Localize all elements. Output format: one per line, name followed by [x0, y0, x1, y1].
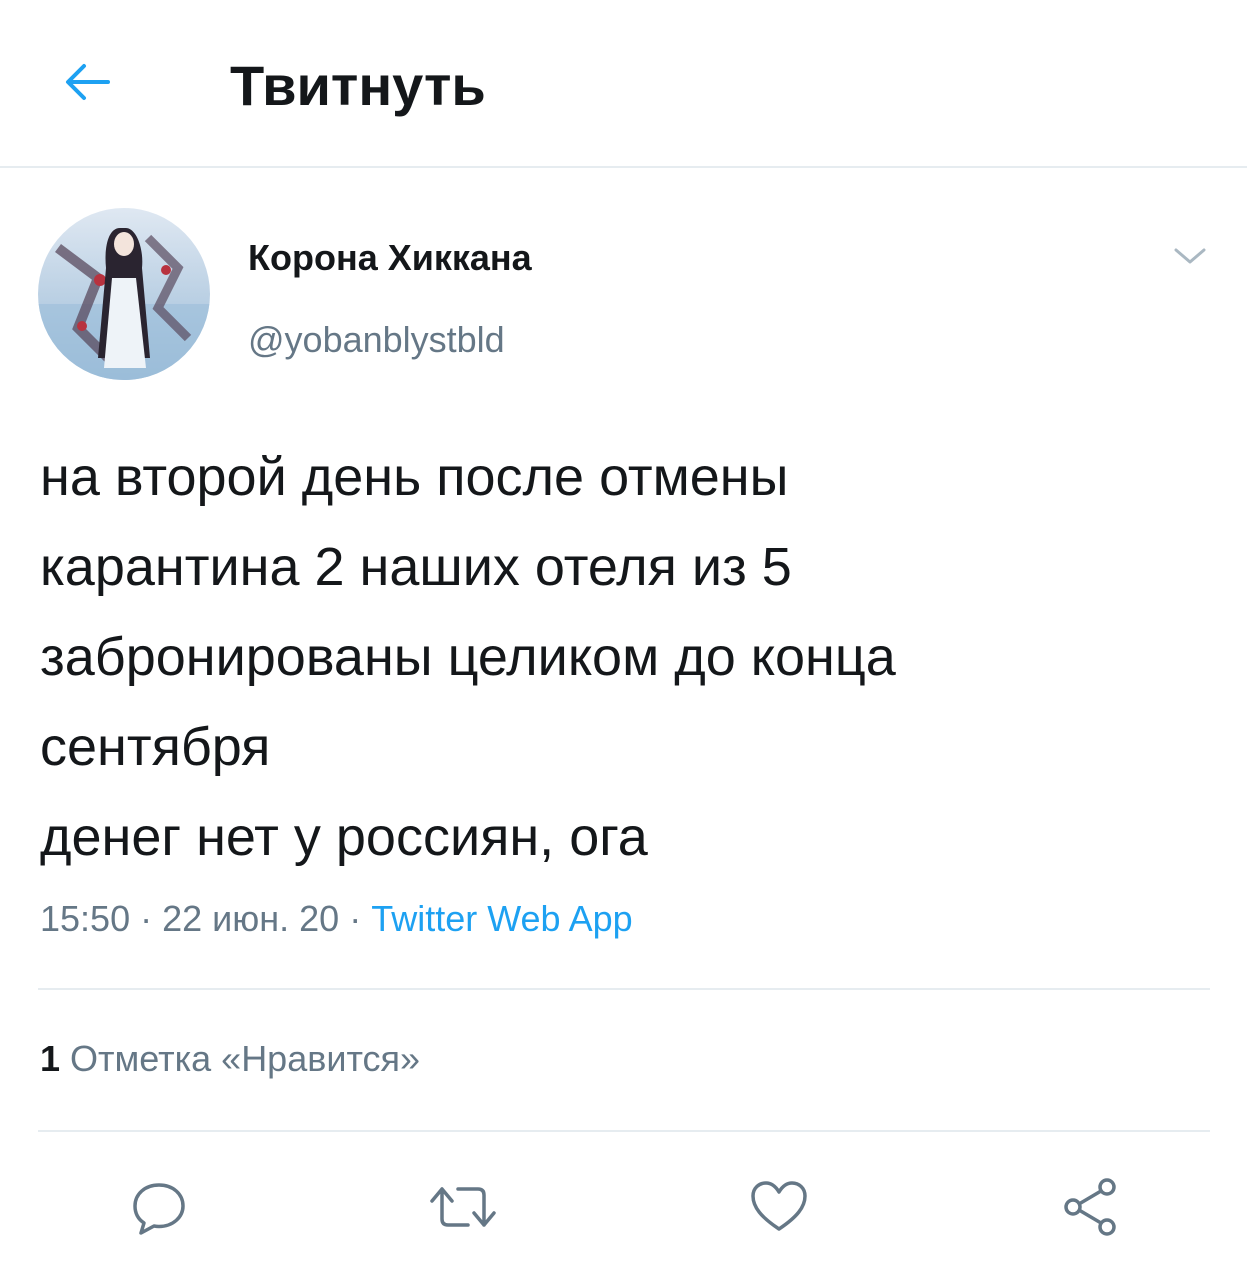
likes-stat[interactable]: 1 Отметка «Нравится»: [40, 1034, 420, 1084]
back-button[interactable]: [56, 52, 120, 112]
arrow-left-icon: [66, 64, 110, 100]
reply-icon: [133, 1183, 185, 1235]
share-button[interactable]: [1056, 1172, 1126, 1242]
retweet-button[interactable]: [428, 1172, 498, 1242]
tweet-source-link[interactable]: Twitter Web App: [371, 898, 632, 939]
tweet-text-line: карантина 2 наших отеля из 5: [40, 537, 792, 597]
tweet-text-line: забронированы целиком до конца: [40, 627, 896, 687]
avatar[interactable]: [38, 208, 210, 380]
like-button[interactable]: [744, 1172, 814, 1242]
tweet-date: 22 июн. 20: [162, 898, 340, 939]
tweet-meta: 15:50 · 22 июн. 20 · Twitter Web App: [40, 894, 633, 944]
divider: [38, 1130, 1210, 1132]
tweet-text: на второй день после отмены карантина 2 …: [40, 432, 1220, 882]
likes-label: Отметка «Нравится»: [70, 1038, 421, 1079]
tweet-menu-button[interactable]: [1168, 236, 1212, 276]
share-icon: [1064, 1178, 1116, 1236]
tweet-time: 15:50: [40, 898, 131, 939]
author-name[interactable]: Корона Хиккана: [248, 236, 532, 280]
tweet-text-line: на второй день после отмены: [40, 447, 789, 507]
top-bar: Твитнуть: [0, 0, 1247, 168]
retweet-icon: [430, 1187, 496, 1227]
author-handle[interactable]: @yobanblystbld: [248, 318, 505, 362]
like-icon: [751, 1181, 807, 1231]
meta-separator: ·: [339, 898, 372, 939]
divider: [38, 988, 1210, 990]
likes-count: 1: [40, 1038, 61, 1079]
meta-separator: ·: [130, 898, 163, 939]
page-title: Твитнуть: [230, 54, 486, 117]
reply-button[interactable]: [124, 1172, 194, 1242]
tweet-text-line: сентября: [40, 717, 271, 777]
chevron-down-icon: [1174, 248, 1206, 264]
tweet-text-line: денег нет у россиян, ога: [40, 807, 648, 867]
avatar-image: [38, 208, 210, 380]
